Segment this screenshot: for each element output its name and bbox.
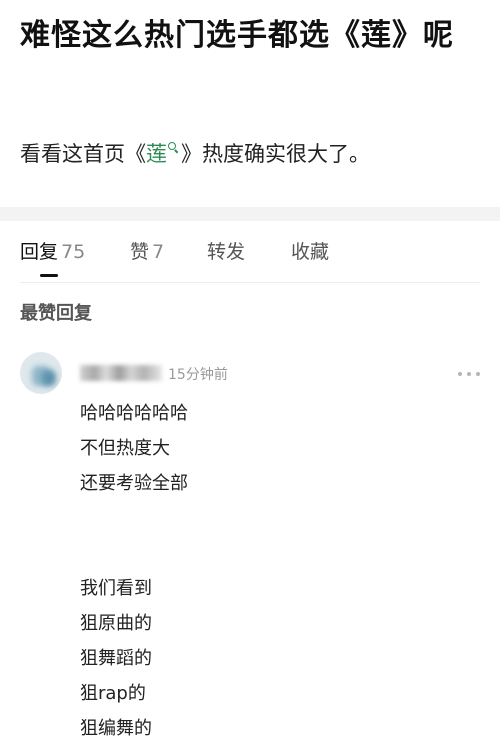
comment-line: 还要考验全部 <box>80 473 188 494</box>
topic-link-label: 莲 <box>146 142 167 166</box>
tab-replies[interactable]: 回复 75 <box>20 238 85 266</box>
comment-line: 狙舞蹈的 <box>80 648 152 669</box>
comment-blank-line <box>80 536 188 571</box>
tab-likes[interactable]: 赞7 <box>130 238 164 266</box>
post-body: 看看这首页《莲 》热度确实很大了。 <box>20 138 370 170</box>
tab-reposts[interactable]: 转发 <box>207 238 245 266</box>
section-heading: 最赞回复 <box>20 303 92 324</box>
tab-likes-label: 赞 <box>130 241 150 263</box>
tabs-divider <box>20 282 480 283</box>
tab-likes-count: 7 <box>152 241 165 263</box>
topic-link[interactable]: 莲 <box>146 142 181 166</box>
comment-line: 狙原曲的 <box>80 613 152 634</box>
blurred-username[interactable] <box>80 365 162 381</box>
post-body-text-before: 看看这首页《 <box>20 142 146 166</box>
post-title: 难怪这么热门选手都选《莲》呢 <box>20 18 454 53</box>
active-tab-indicator <box>40 274 58 277</box>
more-options-icon[interactable] <box>458 370 480 378</box>
search-icon <box>168 142 179 153</box>
comment-line: 狙rap的 <box>80 683 146 704</box>
tab-reposts-label: 转发 <box>207 241 246 263</box>
avatar-blur-shape <box>42 370 56 386</box>
section-divider <box>0 207 500 221</box>
tab-replies-label: 回复 <box>20 241 59 263</box>
tab-favorites[interactable]: 收藏 <box>291 238 329 266</box>
comment-text: 哈哈哈哈哈哈 不但热度大 还要考验全部 我们看到 狙原曲的 狙舞蹈的 狙rap的… <box>80 396 188 746</box>
avatar[interactable] <box>20 352 62 394</box>
comment-blank-line <box>80 501 188 536</box>
comment-line: 哈哈哈哈哈哈 <box>80 403 188 424</box>
comment-line: 不但热度大 <box>80 438 170 459</box>
comment-line: 狙编舞的 <box>80 718 152 739</box>
tab-favorites-label: 收藏 <box>291 241 330 263</box>
comment-timestamp: 15分钟前 <box>168 367 228 383</box>
post-body-text-after: 》热度确实很大了。 <box>181 142 370 166</box>
tab-replies-count: 75 <box>61 241 86 263</box>
comment-line: 我们看到 <box>80 578 152 599</box>
